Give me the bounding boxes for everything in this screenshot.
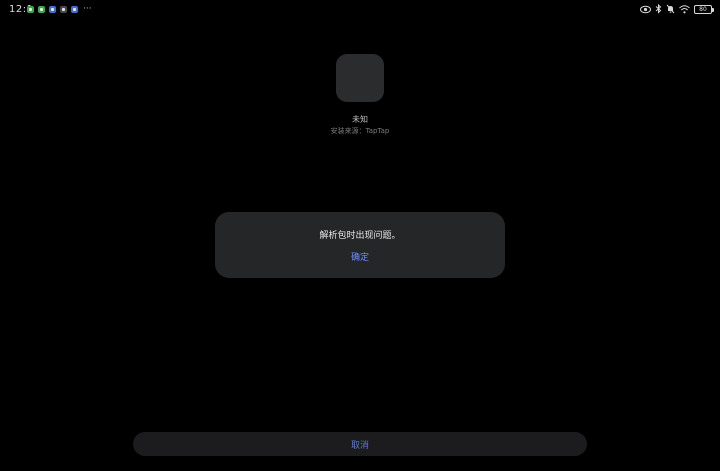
cancel-button[interactable]: 取消 [133,432,587,456]
app-icon [71,6,78,13]
install-source: 安装来源：TapTap [330,127,390,135]
wifi-icon [679,4,690,14]
wechat-icon [38,6,45,13]
notification-icons: ··· [27,4,92,14]
bluetooth-icon [655,4,662,14]
dialog-message: 解析包时出现问题。 [319,231,401,241]
eye-icon [640,5,651,14]
status-bar: 12:1 ··· 80 [0,0,720,20]
confirm-button[interactable]: 确定 [340,250,380,263]
battery-level: 80 [699,5,707,13]
app-icon [49,6,56,13]
more-notifications-icon: ··· [83,4,92,14]
battery-icon: 80 [694,4,714,14]
app-icon-placeholder [336,54,384,102]
app-name: 未知 [352,115,368,124]
app-icon [60,6,67,13]
mute-icon [666,4,675,14]
error-dialog: 解析包时出现问题。 确定 [215,212,505,278]
wechat-icon [27,6,34,13]
installer-screen: 12:1 ··· 80 未知 安装来源：TapTap 解析包时出现问题。 确定 … [0,0,720,471]
system-icons: 80 [640,4,714,14]
